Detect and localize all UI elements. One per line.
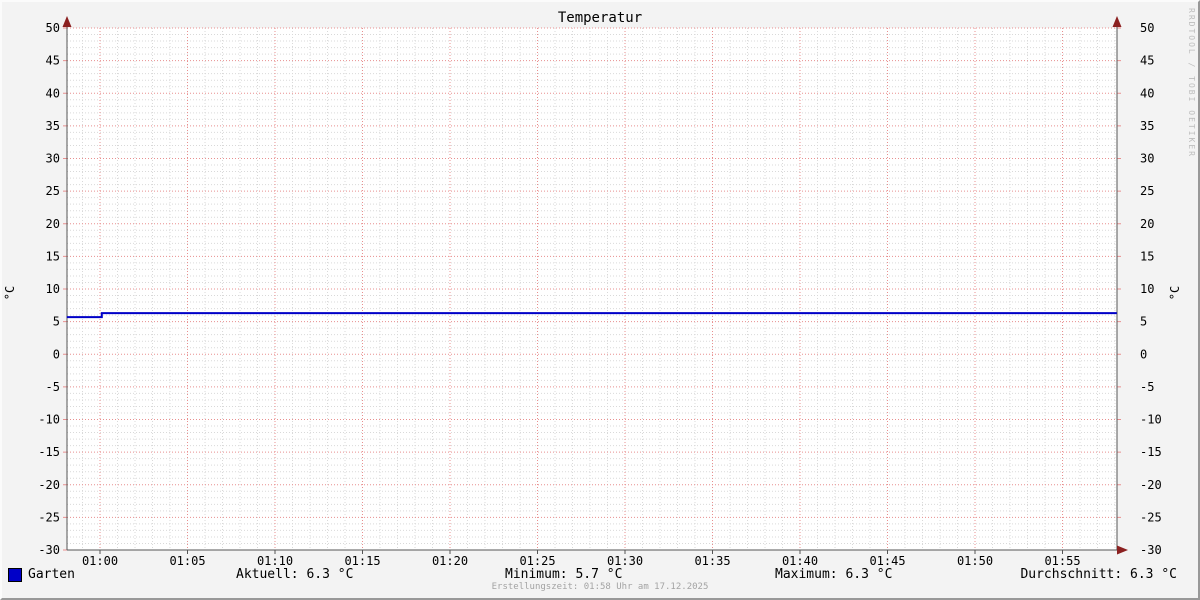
x-tick-label: 01:40: [782, 554, 818, 568]
x-tick-label: 01:50: [957, 554, 993, 568]
y-tick-label-left: 25: [46, 184, 60, 198]
y-tick-label-left: 30: [46, 152, 60, 166]
y-tick-label-right: 45: [1140, 54, 1154, 68]
x-tick-label: 01:55: [1044, 554, 1080, 568]
y-tick-label-right: 40: [1140, 86, 1154, 100]
y-tick-label-right: 20: [1140, 217, 1154, 231]
y-tick-label-right: 0: [1140, 347, 1147, 361]
x-tick-label: 01:30: [607, 554, 643, 568]
y-tick-label-right: 25: [1140, 184, 1154, 198]
y-tick-label-right: 15: [1140, 249, 1154, 263]
y-tick-label-right: 50: [1140, 21, 1154, 35]
stat-maximum: Maximum: 6.3 °C: [775, 567, 893, 582]
x-tick-label: 01:20: [432, 554, 468, 568]
y-tick-label-left: 40: [46, 86, 60, 100]
y-tick-label-left: -30: [38, 543, 60, 557]
x-tick-label: 01:05: [169, 554, 205, 568]
x-axis-arrow: [1117, 545, 1128, 555]
y-tick-label-left: 20: [46, 217, 60, 231]
y-tick-label-left: -20: [38, 478, 60, 492]
y-tick-label-left: -25: [38, 510, 60, 524]
y-axis-arrow-left: [62, 16, 72, 27]
x-tick-label: 01:25: [519, 554, 555, 568]
legend-color-swatch: [8, 568, 22, 582]
legend-row: Garten Aktuell: 6.3 °C Minimum: 5.7 °C M…: [0, 567, 1200, 583]
y-tick-label-left: 15: [46, 249, 60, 263]
y-tick-label-right: -25: [1140, 510, 1162, 524]
y-tick-label-left: -5: [46, 380, 60, 394]
y-tick-label-right: 35: [1140, 119, 1154, 133]
x-tick-label: 01:15: [344, 554, 380, 568]
y-tick-label-right: 5: [1140, 315, 1147, 329]
x-tick-label: 01:35: [694, 554, 730, 568]
y-tick-label-left: 0: [53, 347, 60, 361]
y-tick-label-right: -5: [1140, 380, 1154, 394]
y-tick-label-left: 10: [46, 282, 60, 296]
x-tick-label: 01:10: [257, 554, 293, 568]
y-tick-label-right: -15: [1140, 445, 1162, 459]
y-tick-label-left: -10: [38, 413, 60, 427]
x-tick-label: 01:00: [82, 554, 118, 568]
y-tick-label-left: 45: [46, 54, 60, 68]
y-tick-label-right: -10: [1140, 413, 1162, 427]
legend-series-name: Garten: [28, 567, 75, 582]
y-tick-label-right: -20: [1140, 478, 1162, 492]
stat-minimum: Minimum: 5.7 °C: [505, 567, 623, 582]
creation-timestamp: Erstellungszeit: 01:58 Uhr am 17.12.2025: [491, 582, 709, 592]
y-axis-arrow-right: [1112, 16, 1122, 27]
y-tick-label-left: 5: [53, 315, 60, 329]
x-tick-label: 01:45: [869, 554, 905, 568]
rrdtool-graph: Temperatur RRDTOOL / TOBI OETIKER °C °C …: [0, 0, 1200, 600]
y-tick-label-right: -30: [1140, 543, 1162, 557]
y-tick-label-left: 50: [46, 21, 60, 35]
y-tick-label-right: 10: [1140, 282, 1154, 296]
stat-current: Aktuell: 6.3 °C: [236, 567, 354, 582]
y-tick-label-left: 35: [46, 119, 60, 133]
plot-svg: 01:00 01:05 01:10 01:15 01:20 01:25 01:30 01:35…: [38, 16, 1162, 568]
y-tick-label-left: -15: [38, 445, 60, 459]
y-tick-label-right: 30: [1140, 152, 1154, 166]
stat-average: Durchschnitt: 6.3 °C: [1020, 567, 1177, 582]
